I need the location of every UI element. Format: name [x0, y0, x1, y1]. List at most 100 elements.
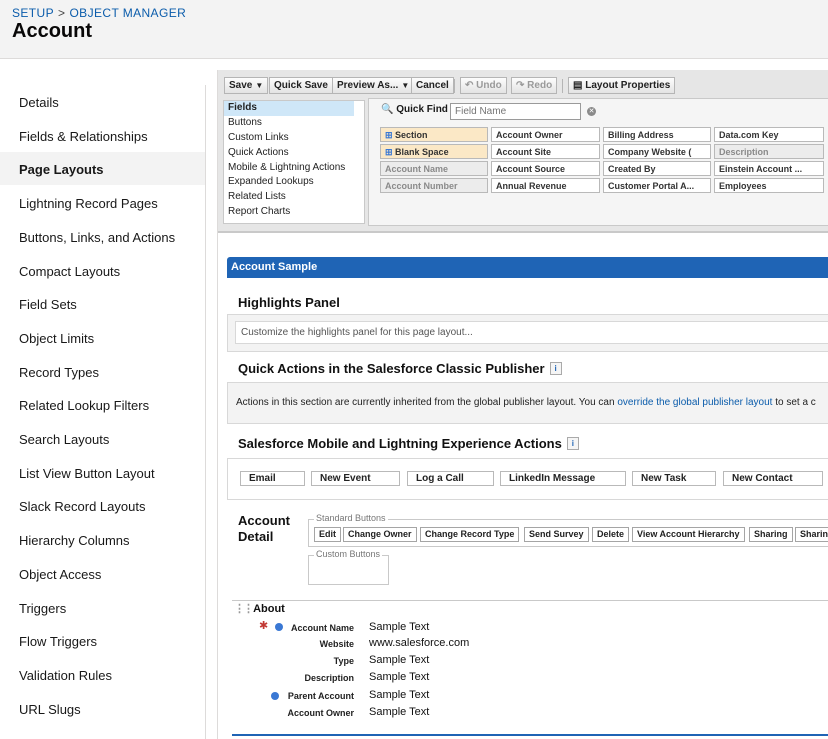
standard-button[interactable]: Edit [314, 527, 341, 542]
quick-find-input[interactable] [450, 103, 581, 120]
layout-properties-button[interactable]: ▤ Layout Properties [568, 77, 676, 94]
field-label: Description [304, 673, 354, 683]
palette-field[interactable]: Account Number [380, 178, 488, 193]
sidebar-item[interactable]: Triggers [0, 591, 205, 624]
about-section-title[interactable]: ⋮⋮ About [234, 602, 285, 615]
mobile-action[interactable]: New Contact [723, 471, 823, 486]
palette-field[interactable]: Company Website ( [603, 144, 711, 159]
field-label: Type [333, 656, 354, 666]
mobile-action[interactable]: Email [240, 471, 305, 486]
section-icon: ⊞ [385, 130, 396, 140]
highlights-panel-text: Customize the highlights panel for this … [241, 327, 473, 338]
quick-find-text: Quick Find [396, 104, 448, 115]
sidebar-item[interactable]: Flow Triggers [0, 624, 205, 657]
sidebar-item[interactable]: Compact Layouts [0, 254, 205, 287]
sidebar-item[interactable]: Details [0, 85, 205, 118]
redo-icon: ↷ [516, 80, 528, 91]
palette-field[interactable]: Account Owner [491, 127, 600, 142]
standard-button[interactable]: View Account Hierarchy [632, 527, 745, 542]
palette-category[interactable]: Expanded Lookups [224, 175, 364, 190]
palette-field[interactable]: Account Source [491, 161, 600, 176]
toolbar-divider [562, 79, 563, 93]
palette-field[interactable]: Billing Address [603, 127, 711, 142]
sidebar-item[interactable]: Page Layouts [0, 152, 205, 186]
palette-category[interactable]: Custom Links [224, 131, 364, 146]
sidebar: Details Fields & Relationships Page Layout… [0, 85, 206, 739]
mobile-action[interactable]: New Task [632, 471, 716, 486]
quick-save-button[interactable]: Quick Save [269, 77, 333, 94]
palette-field[interactable]: Customer Portal A... [603, 178, 711, 193]
sidebar-item[interactable]: Object Access [0, 557, 205, 590]
standard-button[interactable]: Delete [592, 527, 630, 542]
palette-category[interactable]: Quick Actions [224, 146, 364, 161]
standard-button[interactable]: Send Survey [524, 527, 589, 542]
sidebar-item[interactable]: Slack Record Layouts [0, 489, 205, 522]
palette-field[interactable]: Annual Revenue [491, 178, 600, 193]
undo-button[interactable]: ↶ Undo [460, 77, 507, 94]
palette-category[interactable]: Fields [224, 101, 354, 116]
palette-field[interactable]: Created By [603, 161, 711, 176]
palette-field[interactable]: Description [714, 144, 824, 159]
field-value[interactable]: Sample Text [369, 689, 429, 701]
field-value[interactable]: www.salesforce.com [369, 637, 469, 649]
info-icon[interactable]: i [549, 362, 562, 375]
standard-button[interactable]: Change Record Type [420, 527, 520, 542]
palette-field[interactable]: Account Name [380, 161, 488, 176]
breadcrumb-setup[interactable]: SETUP [12, 6, 54, 20]
palette-category[interactable]: Report Charts [224, 205, 364, 220]
palette-field[interactable]: Einstein Account ... [714, 161, 824, 176]
palette-category[interactable]: Buttons [224, 116, 364, 131]
sidebar-item[interactable]: Fields & Relationships [0, 119, 205, 152]
sidebar-item[interactable]: Related Lookup Filters [0, 388, 205, 421]
standard-buttons-label: Standard Buttons [314, 513, 388, 523]
quick-find-label: 🔍 Quick Find [381, 104, 448, 115]
redo-label: Redo [527, 80, 553, 91]
mobile-action[interactable]: LinkedIn Message [500, 471, 626, 486]
standard-button[interactable]: Sharin [795, 527, 828, 542]
save-button[interactable]: Save ▼ [224, 77, 269, 94]
quick-actions-text-1: Actions in this section are currently in… [236, 397, 615, 408]
override-publisher-link[interactable]: override the global publisher layout [617, 397, 772, 408]
quick-actions-text-2: to set a c [775, 397, 816, 408]
cancel-button[interactable]: Cancel [411, 77, 454, 94]
field-value[interactable]: Sample Text [369, 621, 429, 633]
sidebar-item[interactable]: List View Button Layout [0, 456, 205, 489]
sidebar-item[interactable]: Buttons, Links, and Actions [0, 220, 205, 253]
redo-button[interactable]: ↷ Redo [511, 77, 558, 94]
palette-field[interactable]: Data.com Key [714, 127, 824, 142]
sidebar-item[interactable]: Record Types [0, 355, 205, 388]
field-value[interactable]: Sample Text [369, 671, 429, 683]
sidebar-item[interactable]: URL Slugs [0, 692, 205, 725]
palette-field[interactable]: Employees [714, 178, 824, 193]
clear-icon[interactable]: ✕ [587, 107, 596, 116]
mobile-action[interactable]: New Event [311, 471, 400, 486]
field-label: Website [319, 639, 354, 649]
sidebar-item[interactable]: Search Layouts [0, 422, 205, 455]
drag-handle-icon[interactable]: ⋮⋮ [234, 603, 254, 615]
standard-button[interactable]: Change Owner [343, 527, 417, 542]
field-value[interactable]: Sample Text [369, 706, 429, 718]
sidebar-item[interactable]: Lightning Record Pages [0, 186, 205, 219]
quick-actions-text: Actions in this section are currently in… [236, 397, 816, 408]
sidebar-item[interactable]: Hierarchy Columns [0, 523, 205, 556]
palette-field[interactable]: ⊞ Blank Space [380, 144, 488, 159]
info-icon[interactable]: i [566, 437, 579, 450]
palette-field[interactable]: Account Site [491, 144, 600, 159]
section-divider [232, 734, 828, 736]
mobile-action[interactable]: Log a Call [407, 471, 494, 486]
sidebar-item[interactable]: Field Sets [0, 287, 205, 320]
search-icon: 🔍 [381, 104, 394, 115]
required-icon: ✱ [259, 620, 269, 632]
sidebar-item[interactable]: Validation Rules [0, 658, 205, 691]
standard-button[interactable]: Sharing [749, 527, 793, 542]
preview-as-button[interactable]: Preview As... ▼ [332, 77, 415, 94]
palette-field[interactable]: ⊞ Section [380, 127, 488, 142]
field-value[interactable]: Sample Text [369, 654, 429, 666]
sidebar-item[interactable]: Object Limits [0, 321, 205, 354]
toolbar-divider [454, 79, 455, 93]
palette-category[interactable]: Related Lists [224, 190, 364, 205]
custom-buttons-box[interactable] [308, 555, 389, 585]
breadcrumb-object-manager[interactable]: OBJECT MANAGER [69, 6, 186, 20]
save-label: Save [229, 80, 253, 91]
palette-category[interactable]: Mobile & Lightning Actions [224, 161, 364, 176]
